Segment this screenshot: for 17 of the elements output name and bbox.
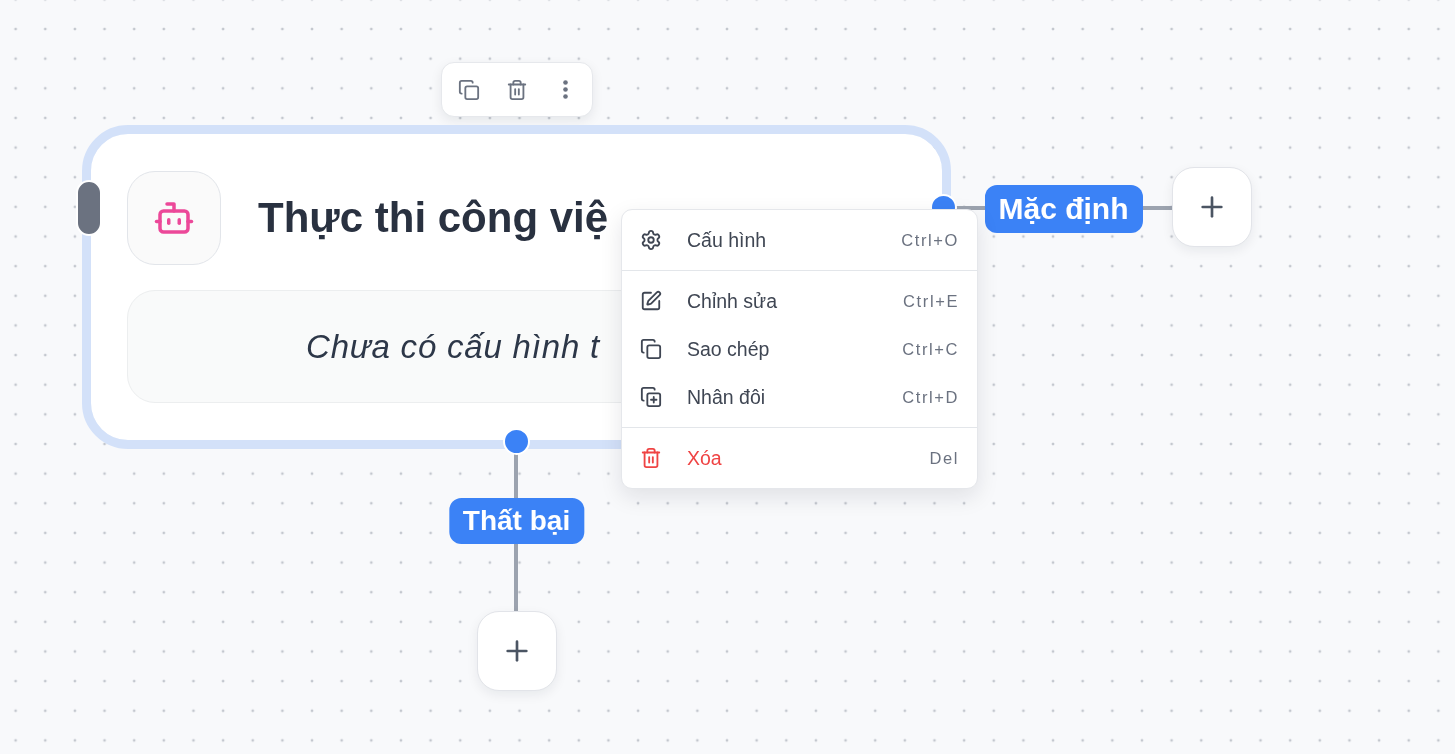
keyboard-shortcut: Del (929, 448, 959, 468)
description-text: Chưa có cấu hình t (306, 327, 600, 366)
copy-icon (640, 338, 662, 360)
robot-icon (127, 171, 221, 265)
more-vertical-icon (562, 80, 568, 99)
input-handle[interactable] (76, 180, 102, 236)
trash-icon (640, 447, 662, 469)
pencil-square-icon (640, 290, 662, 312)
branch-label: Thất bại (448, 498, 585, 544)
add-node-button[interactable] (1172, 167, 1252, 247)
copy-icon (458, 78, 480, 101)
trash-icon (506, 78, 528, 101)
branch-label: Mặc định (984, 185, 1143, 233)
node-title: Thực thi công việ (258, 194, 609, 242)
add-node-button[interactable] (477, 611, 557, 691)
copy-plus-icon (640, 386, 662, 408)
gear-icon (640, 229, 662, 251)
